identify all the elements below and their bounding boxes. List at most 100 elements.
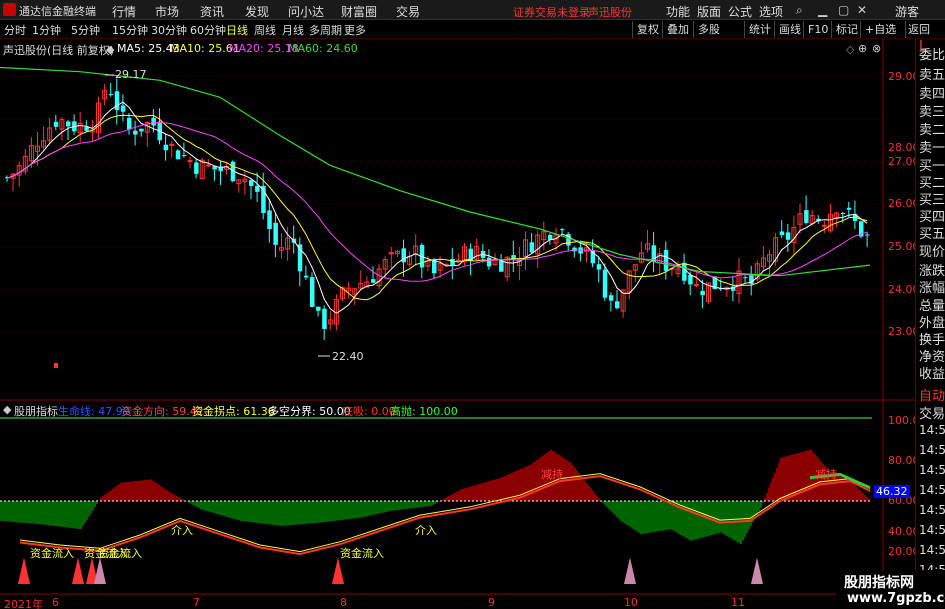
add-watchlist-button[interactable]: +自选 [860, 21, 900, 38]
indicator-fill-bar [572, 465, 574, 501]
search-icon[interactable]: ⌕ [796, 3, 803, 18]
x-axis-label: 7 [193, 596, 200, 609]
indicator-fill-bar [610, 501, 612, 511]
title-bar: 通达信金融终端 行情 市场 资讯 发现 问小达 财富圈 交易 证券交易未登录 声… [0, 0, 945, 20]
indicator-fill-bar [258, 501, 260, 524]
indicator-fill-bar [620, 501, 622, 521]
maximize-icon[interactable]: ▢ [838, 3, 849, 17]
candle-down [84, 126, 89, 131]
menu-market[interactable]: 市场 [155, 3, 179, 20]
mark-button[interactable]: 标记 [831, 21, 862, 38]
menu-ask[interactable]: 问小达 [288, 3, 324, 20]
period-15min[interactable]: 15分钟 [112, 22, 148, 38]
indicator-fill-bar [518, 469, 520, 501]
indicator-fill-bar [142, 480, 144, 501]
period-60min[interactable]: 60分钟 [190, 22, 226, 38]
indicator-fill-bar [338, 501, 340, 521]
indicator-fill-bar [374, 501, 376, 515]
draw-line-button[interactable]: 画线 [774, 21, 805, 38]
bottom-buy-label: 底吸: 0.00 [342, 405, 396, 418]
indicator-fill-bar [266, 501, 268, 525]
period-weekly[interactable]: 周线 [254, 22, 276, 38]
indicator-fill-bar [272, 501, 274, 525]
menu-wealth[interactable]: 财富圈 [341, 3, 377, 20]
indicator-fill-bar [358, 501, 360, 518]
indicator-fill-bar [296, 501, 298, 525]
indicator-fill-bar [596, 495, 598, 501]
candle-down [114, 91, 120, 111]
indicator-fill-bar [80, 501, 82, 530]
menu-formula[interactable]: 公式 [728, 3, 752, 20]
minimize-icon[interactable]: ▁ [818, 3, 827, 17]
ask1-label: 卖一 [919, 141, 945, 156]
candlesticks [5, 78, 870, 341]
indicator-fill-bar [84, 501, 86, 523]
candle-down [267, 210, 272, 230]
indicator-fill-bar [134, 481, 136, 501]
menu-layout[interactable]: 版面 [697, 3, 721, 20]
indicator-fill-bar [342, 501, 344, 520]
f10-button[interactable]: F10 [803, 21, 832, 38]
ask2-label: 卖二 [919, 123, 945, 138]
indicator-fill-bar [166, 490, 168, 501]
expand-icon[interactable]: ◇ [846, 43, 854, 56]
overlay-button[interactable]: 叠加 [662, 21, 693, 38]
indicator-fill-bar [446, 497, 448, 501]
ma-settings-icon[interactable]: ◆ [106, 43, 114, 56]
indicator-fill-bar [186, 501, 188, 502]
ask3-label: 卖三 [919, 105, 945, 120]
indicator-fill-bar [50, 501, 52, 526]
indicator-fill-bar [840, 476, 842, 501]
adjust-button[interactable]: 复权 [632, 21, 663, 38]
menu-discover[interactable]: 发现 [245, 3, 269, 20]
auto-trade-tab[interactable]: 自动 [919, 385, 945, 404]
guest-label[interactable]: 游客 [895, 3, 919, 20]
candle-down [316, 306, 321, 311]
indicator-fill-bar [248, 501, 250, 522]
period-multi[interactable]: 多周期 [309, 22, 342, 38]
indicator-fill-bar [136, 480, 138, 501]
menu-options[interactable]: 选项 [759, 3, 783, 20]
kline-chart-area[interactable] [0, 39, 915, 609]
login-status[interactable]: 证券交易未登录 [513, 4, 590, 20]
stats-button[interactable]: 统计 [744, 21, 775, 38]
candle-down [682, 262, 687, 281]
indicator-fill-bar [724, 501, 726, 535]
menu-quotes[interactable]: 行情 [112, 3, 136, 20]
indicator-fill-bar [146, 479, 148, 501]
ma60-label: MA60: 24.60 [288, 42, 358, 55]
multi-stock-button[interactable]: 多股 [693, 21, 724, 38]
chart-add-icon[interactable]: ⊕ [858, 42, 867, 55]
chart-close-icon[interactable]: ⊗ [872, 42, 881, 55]
indicator-fill-bar [192, 501, 194, 505]
back-button[interactable]: 返回 [905, 21, 932, 38]
period-daily[interactable]: 日线 [226, 22, 248, 38]
menu-trade[interactable]: 交易 [396, 3, 420, 20]
indicator-fill-bar [196, 501, 198, 508]
period-tick[interactable]: 分时 [4, 22, 26, 38]
period-monthly[interactable]: 月线 [282, 22, 304, 38]
indicator-fill-bar [294, 501, 296, 525]
indicator-fill-bar [658, 501, 660, 532]
indicator-current-value: 46.32 [874, 485, 910, 498]
indicator-fill-bar [62, 501, 64, 527]
signal-label: 资金流入 [340, 547, 384, 560]
indicator-fill-bar [244, 501, 246, 522]
indicator-fill-bar [280, 501, 282, 526]
indicator-fill-bar [574, 467, 576, 501]
indicator-fill-bar [36, 501, 38, 524]
period-30min[interactable]: 30分钟 [151, 22, 187, 38]
period-more[interactable]: 更多 [344, 22, 366, 38]
period-5min[interactable]: 5分钟 [71, 22, 100, 38]
period-1min[interactable]: 1分钟 [32, 22, 61, 38]
indicator-fill-bar [472, 485, 474, 501]
menu-function[interactable]: 功能 [666, 3, 690, 20]
indicator-fill-bar [318, 501, 320, 523]
indicator-fill-bar [260, 501, 262, 524]
indicator-fill-bar [194, 501, 196, 506]
close-icon[interactable]: ✕ [857, 3, 867, 17]
indicator-fill-bar [592, 490, 594, 501]
indicator-fill-bar [584, 480, 586, 501]
indicator-settings-icon[interactable]: ◆ [3, 403, 11, 416]
menu-news[interactable]: 资讯 [200, 3, 224, 20]
